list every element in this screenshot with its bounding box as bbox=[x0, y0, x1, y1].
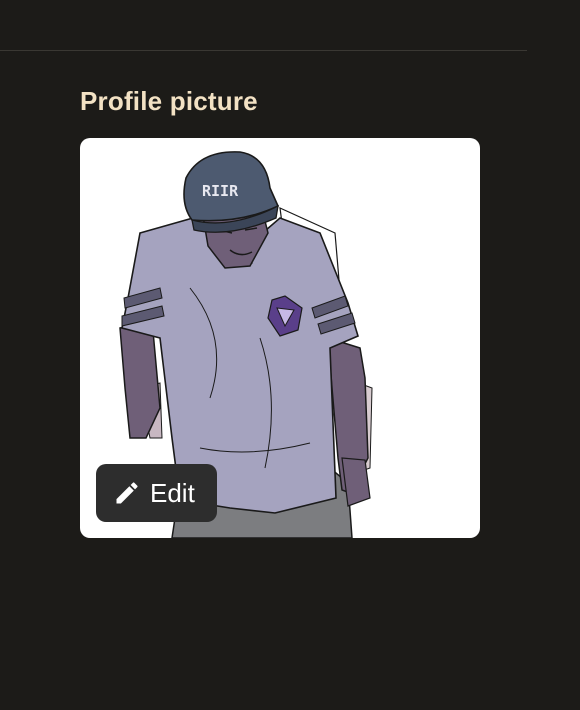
edit-profile-picture-button[interactable]: Edit bbox=[96, 464, 217, 522]
edit-button-label: Edit bbox=[150, 477, 195, 508]
section-divider bbox=[0, 50, 527, 51]
profile-picture[interactable]: RIIR Edit bbox=[80, 138, 480, 538]
cap-text: RIIR bbox=[202, 182, 239, 200]
pencil-icon bbox=[113, 479, 141, 507]
section-title: Profile picture bbox=[80, 86, 258, 116]
